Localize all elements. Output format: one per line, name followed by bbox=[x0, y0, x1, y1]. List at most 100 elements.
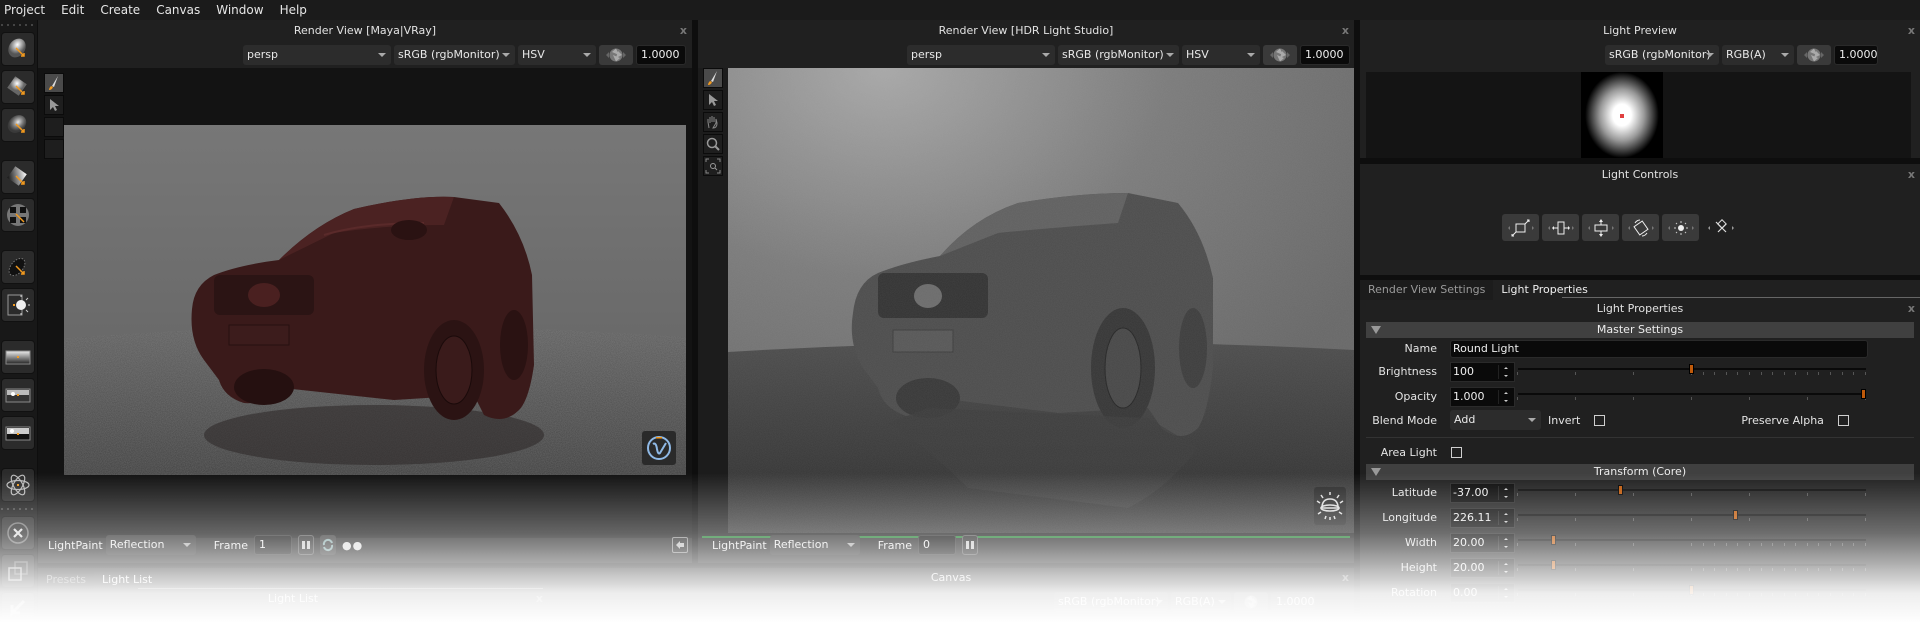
height-spinbox[interactable]: 20.00 bbox=[1450, 557, 1515, 578]
render-image-hdr[interactable] bbox=[728, 68, 1354, 533]
spin-up-icon[interactable] bbox=[1504, 512, 1508, 515]
ellipse-light-tool-button[interactable] bbox=[1, 250, 35, 284]
close-icon[interactable]: x bbox=[536, 590, 543, 608]
sky-light-tool-button[interactable] bbox=[1, 416, 35, 450]
rotation-slider[interactable] bbox=[1517, 583, 1866, 603]
rotation-spinbox[interactable]: 0.00 bbox=[1450, 582, 1515, 603]
width-control-button[interactable] bbox=[1542, 214, 1579, 241]
slider-handle[interactable] bbox=[1551, 534, 1556, 545]
tab-render-view-settings[interactable]: Render View Settings bbox=[1360, 280, 1494, 300]
spin-up-icon[interactable] bbox=[1504, 391, 1508, 394]
toolbar-grip[interactable] bbox=[1, 22, 36, 28]
transform-core-header[interactable]: Transform (Core) bbox=[1366, 464, 1914, 480]
sun-light-tool-button[interactable] bbox=[1, 288, 35, 322]
tab-presets[interactable]: Presets bbox=[38, 570, 95, 590]
exposure-input[interactable]: 1.0000 bbox=[1834, 45, 1878, 65]
gradient-light-tool-button[interactable] bbox=[1, 160, 35, 194]
close-icon[interactable]: x bbox=[1342, 569, 1349, 587]
round-light-tool-button[interactable] bbox=[1, 32, 35, 66]
channel-dropdown[interactable]: HSV bbox=[1182, 45, 1260, 65]
close-icon[interactable]: x bbox=[1908, 22, 1915, 40]
close-icon[interactable]: x bbox=[1908, 166, 1915, 184]
channel-dropdown[interactable]: RGB(A) bbox=[1722, 45, 1794, 65]
camera-dropdown[interactable]: persp bbox=[243, 45, 391, 65]
spin-up-icon[interactable] bbox=[1504, 562, 1508, 565]
rotate-control-button[interactable] bbox=[1622, 214, 1659, 241]
menu-window[interactable]: Window bbox=[211, 3, 274, 17]
canvas-channel-dropdown[interactable]: RGB(A) bbox=[1171, 592, 1231, 612]
exposure-button[interactable] bbox=[1263, 45, 1297, 65]
channel-dropdown[interactable]: HSV bbox=[518, 45, 596, 65]
close-icon[interactable]: x bbox=[1342, 22, 1349, 40]
camera-dropdown[interactable]: persp bbox=[907, 45, 1055, 65]
paint-tool-button[interactable] bbox=[703, 68, 723, 88]
brightness-control-button[interactable] bbox=[1662, 214, 1699, 241]
spin-down-icon[interactable] bbox=[1504, 545, 1508, 548]
spin-up-icon[interactable] bbox=[1504, 366, 1508, 369]
brightness-slider[interactable] bbox=[1517, 362, 1866, 382]
invert-checkbox[interactable] bbox=[1594, 414, 1606, 426]
canvas-exposure-button[interactable] bbox=[1234, 592, 1268, 612]
blend-mode-dropdown[interactable]: Add bbox=[1450, 410, 1541, 430]
canvas-colorspace-dropdown[interactable]: sRGB (rgbMonitor) bbox=[1054, 592, 1168, 612]
pan-tool-button[interactable] bbox=[703, 112, 723, 132]
render-image-maya[interactable] bbox=[64, 125, 686, 475]
light-center-marker[interactable] bbox=[1620, 114, 1624, 118]
soft-light-tool-button[interactable] bbox=[1, 108, 35, 142]
procedural-tool-button[interactable] bbox=[1, 468, 35, 502]
slider-handle[interactable] bbox=[1733, 509, 1738, 520]
spin-down-icon[interactable] bbox=[1504, 374, 1508, 377]
menu-canvas[interactable]: Canvas bbox=[151, 3, 211, 17]
undo-button[interactable] bbox=[1, 592, 35, 623]
latitude-slider[interactable] bbox=[1517, 483, 1866, 503]
opacity-spinbox[interactable]: 1.000 bbox=[1450, 386, 1515, 407]
slider-handle[interactable] bbox=[1551, 559, 1556, 570]
slider-handle[interactable] bbox=[1689, 363, 1694, 374]
colorspace-dropdown[interactable]: sRGB (rgbMonitor) bbox=[1605, 45, 1719, 65]
delete-light-button[interactable] bbox=[1, 516, 35, 550]
colorspace-dropdown[interactable]: sRGB (rgbMonitor) bbox=[1058, 45, 1179, 65]
render-viewport[interactable] bbox=[38, 68, 692, 538]
longitude-slider[interactable] bbox=[1517, 508, 1866, 528]
hdri-image-tool-button[interactable] bbox=[1, 378, 35, 412]
select-tool-button[interactable] bbox=[703, 90, 723, 110]
toolbar-grip-2[interactable] bbox=[1, 506, 36, 512]
frame-input[interactable]: 0 bbox=[917, 535, 956, 555]
duplicate-light-button[interactable] bbox=[1, 554, 35, 588]
menu-edit[interactable]: Edit bbox=[56, 3, 95, 17]
menu-help[interactable]: Help bbox=[275, 3, 318, 17]
canvas-exposure-input[interactable]: 1.0000 bbox=[1271, 592, 1315, 612]
longitude-spinbox[interactable]: 226.11 bbox=[1450, 507, 1515, 528]
slider-handle[interactable] bbox=[1861, 388, 1866, 399]
width-slider[interactable] bbox=[1517, 533, 1866, 553]
spin-up-icon[interactable] bbox=[1504, 487, 1508, 490]
spin-down-icon[interactable] bbox=[1504, 520, 1508, 523]
spin-down-icon[interactable] bbox=[1504, 595, 1508, 598]
move-control-button[interactable] bbox=[1702, 214, 1739, 241]
preserve-alpha-checkbox[interactable] bbox=[1837, 414, 1849, 426]
spin-down-icon[interactable] bbox=[1504, 570, 1508, 573]
name-input[interactable]: Round Light bbox=[1450, 339, 1868, 358]
frame-input[interactable]: 1 bbox=[253, 535, 292, 555]
light-preview-image[interactable] bbox=[1581, 72, 1663, 158]
area-light-checkbox[interactable] bbox=[1451, 446, 1462, 458]
horizon-gradient-tool-button[interactable] bbox=[1, 340, 35, 374]
spin-up-icon[interactable] bbox=[1504, 587, 1508, 590]
menu-create[interactable]: Create bbox=[95, 3, 151, 17]
slider-handle[interactable] bbox=[1618, 484, 1623, 495]
close-icon[interactable]: x bbox=[1908, 300, 1915, 318]
brightness-spinbox[interactable]: 100 bbox=[1450, 361, 1515, 382]
spin-down-icon[interactable] bbox=[1504, 495, 1508, 498]
close-icon[interactable]: x bbox=[680, 22, 687, 40]
tab-light-list[interactable]: Light List bbox=[94, 570, 160, 590]
spin-up-icon[interactable] bbox=[1504, 537, 1508, 540]
zoom-tool-button[interactable] bbox=[703, 134, 723, 154]
colorspace-dropdown[interactable]: sRGB (rgbMonitor) bbox=[394, 45, 515, 65]
exposure-input[interactable]: 1.0000 bbox=[1300, 45, 1350, 65]
scale-control-button[interactable] bbox=[1502, 214, 1539, 241]
select-tool-button[interactable] bbox=[44, 95, 64, 115]
opacity-slider[interactable] bbox=[1517, 387, 1866, 407]
spin-down-icon[interactable] bbox=[1504, 399, 1508, 402]
dock-collapse-button[interactable] bbox=[672, 537, 688, 553]
refresh-button[interactable] bbox=[319, 535, 336, 555]
